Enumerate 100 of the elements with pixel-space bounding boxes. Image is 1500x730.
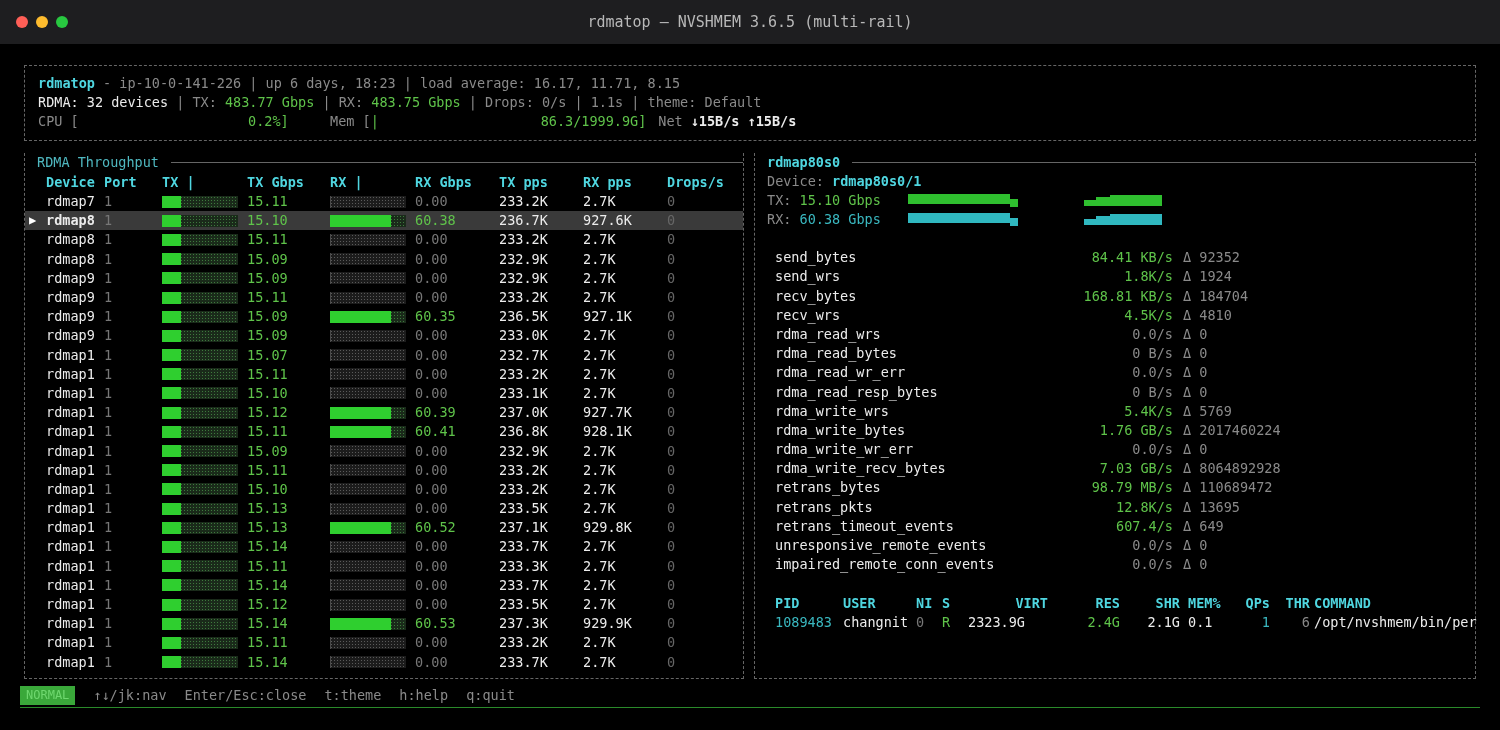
table-cell-text: 0.00: [415, 575, 449, 595]
table-cell-text: 1: [104, 345, 114, 365]
column-header: THR: [1284, 593, 1310, 613]
table-cell-text: 0.00: [415, 326, 449, 346]
table-row[interactable]: rdmap1 1 15.11 0.00 233.2K 2.7K 0: [25, 364, 743, 384]
table-cell-text: 0: [667, 307, 677, 327]
table-cell-text: 0: [916, 612, 926, 632]
table-cell-text: 0.00: [415, 499, 449, 519]
table-row[interactable]: rdmap1 1 15.09 0.00 232.9K 2.7K 0: [25, 441, 743, 461]
table-cell-text: 233.2K: [499, 364, 549, 384]
table-row[interactable]: rdmap1 1 15.11 0.00 233.2K 2.7K 0: [25, 460, 743, 480]
table-cell-text: 1: [104, 575, 114, 595]
metric-delta: Δ 0: [1183, 382, 1208, 402]
table-cell-text: rdmap8: [46, 211, 96, 231]
column-header: Device: [46, 173, 96, 192]
table-row[interactable]: rdmap1 1 15.10 0.00 233.1K 2.7K 0: [25, 383, 743, 404]
table-cell-text: 2.7K: [583, 575, 617, 595]
table-cell-text: rdmap1: [46, 518, 96, 538]
table-row[interactable]: rdmap9 1 15.09 60.35 236.5K 927.1K 0: [25, 307, 743, 327]
table-cell-text: 233.0K: [499, 326, 549, 346]
table-cell-text: 15.10: [247, 383, 289, 403]
table-cell-text: rdmap1: [46, 633, 96, 653]
table-row[interactable]: rdmap1 1 15.14 0.00 233.7K 2.7K 0: [25, 537, 743, 557]
table-row[interactable]: rdmap7 1 15.11 0.00 233.2K 2.7K 0: [25, 192, 743, 212]
table-cell-text: rdmap1: [46, 575, 96, 595]
key-hint: t:theme: [324, 686, 382, 705]
metric-rate: 0.0/s: [1131, 363, 1173, 383]
table-cell-text: 236.5K: [499, 307, 549, 327]
metric-name: rdma_write_wr_err: [775, 440, 915, 460]
table-cell-text: 0: [667, 403, 677, 423]
metric-rate: 0.0/s: [1131, 440, 1173, 460]
table-cell-text: R: [942, 612, 952, 632]
table-row[interactable]: rdmap9 1 15.11 0.00 233.2K 2.7K 0: [25, 287, 743, 308]
table-cell-text: 928.1K: [583, 422, 633, 442]
metric-name: retrans_pkts: [775, 497, 874, 517]
column-header: PID: [775, 593, 801, 613]
table-cell-text: 0.00: [415, 192, 449, 212]
table-cell-text: 233.1K: [499, 383, 549, 403]
table-row[interactable]: rdmap1 1 15.13 0.00 233.5K 2.7K 0: [25, 499, 743, 519]
table-cell-text: 60.39: [415, 403, 457, 423]
summary-text: | Drops: 0/s | 1.1s | theme: Default: [467, 94, 762, 110]
column-header: RX pps: [583, 173, 633, 192]
table-cell-text: 0.00: [415, 268, 449, 288]
column-header: COMMAND: [1313, 593, 1372, 613]
table-cell-text: 0: [667, 441, 677, 461]
metric-delta: Δ 184704: [1183, 286, 1249, 306]
table-row[interactable]: rdmap8 1 15.09 0.00 232.9K 2.7K 0: [25, 249, 743, 269]
table-row[interactable]: rdmap1 1 15.07 0.00 232.7K 2.7K 0: [25, 345, 743, 365]
table-row[interactable]: rdmap9 1 15.09 0.00 232.9K 2.7K 0: [25, 268, 743, 288]
panel-title: rdmap80s0: [766, 153, 842, 172]
table-cell-text: 0: [667, 288, 677, 308]
table-cell-text: 2.7K: [583, 230, 617, 250]
metric-rate: 607.4/s: [1115, 516, 1173, 536]
table-cell-text: 0: [667, 556, 677, 576]
table-row[interactable]: rdmap1 1 15.14 0.00 233.7K 2.7K 0: [25, 575, 743, 595]
table-cell-text: 15.11: [247, 288, 289, 308]
summary-text: rdmatop: [38, 75, 95, 91]
table-row[interactable]: rdmap1 1 15.14 0.00 233.7K 2.7K 0: [25, 652, 743, 672]
column-header: Drops/s: [667, 173, 725, 192]
table-cell-text: 929.9K: [583, 614, 633, 634]
table-cell-text: 0.00: [415, 595, 449, 615]
column-header: RX |: [330, 173, 364, 192]
table-cell-text: 2.7K: [583, 499, 617, 519]
table-cell-text: 233.5K: [499, 595, 549, 615]
table-row[interactable]: rdmap1 1 15.10 0.00 233.2K 2.7K 0: [25, 479, 743, 499]
tx-label: TX:: [767, 191, 793, 210]
table-cell-text: 60.41: [415, 422, 457, 442]
table-cell-text: rdmap9: [46, 326, 96, 346]
window-title: rdmatop — NVSHMEM 3.6.5 (multi-rail): [587, 11, 913, 33]
metric-delta: Δ 13695: [1183, 497, 1240, 517]
metric-rate: 1.76 GB/s: [1098, 420, 1173, 440]
table-cell-text: 0.00: [415, 479, 449, 499]
metric-rate: 1.8K/s: [1123, 267, 1173, 287]
table-row[interactable]: rdmap1 1 15.12 60.39 237.0K 927.7K 0: [25, 403, 743, 423]
table-row[interactable]: rdmap1 1 15.14 60.53 237.3K 929.9K 0: [25, 614, 743, 634]
table-row[interactable]: rdmap8 1 15.11 0.00 233.2K 2.7K 0: [25, 230, 743, 250]
table-cell-text: 15.09: [247, 249, 289, 269]
table-cell-text: rdmap1: [46, 460, 96, 480]
column-header: VIRT: [1014, 593, 1048, 613]
metric-name: rdma_write_recv_bytes: [775, 459, 947, 479]
table-cell-text: 1: [104, 595, 114, 615]
table-cell-text: 0: [667, 499, 677, 519]
metric-delta: Δ 0: [1183, 344, 1208, 364]
table-cell-text: 0.00: [415, 652, 449, 672]
table-cell-text: 232.9K: [499, 249, 549, 269]
table-row[interactable]: rdmap1 1 15.12 0.00 233.5K 2.7K 0: [25, 594, 743, 615]
table-cell-text: rdmap8: [46, 230, 96, 250]
metric-rate: 0.0/s: [1131, 324, 1173, 344]
table-cell-text: 0: [667, 268, 677, 288]
column-header: TX |: [162, 173, 196, 192]
table-cell-text: 2.7K: [583, 383, 617, 403]
table-cell-text: 1: [104, 614, 114, 634]
table-row[interactable]: rdmap1 1 15.11 0.00 233.2K 2.7K 0: [25, 633, 743, 653]
table-row[interactable]: rdmap9 1 15.09 0.00 233.0K 2.7K 0: [25, 326, 743, 346]
column-header: QPs: [1244, 593, 1270, 613]
table-cell-text: 0: [667, 230, 677, 250]
rx-rate: 60.38 Gbps: [799, 210, 882, 229]
table-row[interactable]: rdmap1 1 15.11 60.41 236.8K 928.1K 0: [25, 422, 743, 442]
table-row[interactable]: rdmap1 1 15.11 0.00 233.3K 2.7K 0: [25, 556, 743, 576]
table-row[interactable]: rdmap1 1 15.13 60.52 237.1K 929.8K 0: [25, 518, 743, 538]
